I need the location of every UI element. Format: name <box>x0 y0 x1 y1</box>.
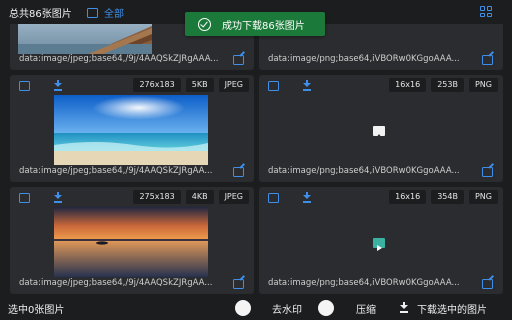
image-card[interactable]: 16x16 253B PNG data:image/png;base64,iVB… <box>259 75 503 182</box>
image-url: data:image/jpeg;base64,/9j/4AAQSkZJRgAA.… <box>19 166 213 176</box>
image-card[interactable]: 16x16 354B PNG data:image/png;base64,iVB… <box>259 187 503 294</box>
format-badge: JPEG <box>218 190 249 204</box>
watermark-toggle[interactable] <box>235 300 251 316</box>
check-circle-icon <box>198 17 211 31</box>
image-url: data:image/jpeg;base64,/9j/4AAQSkZJRgAA.… <box>19 278 213 288</box>
select-all-control[interactable]: 全部 <box>87 5 124 20</box>
image-url: data:image/png;base64,iVBORw0KGgoAAA... <box>268 278 460 288</box>
download-icon[interactable] <box>53 192 63 203</box>
size-badge: 354B <box>431 190 464 204</box>
image-url: data:image/png;base64,iVBORw0KGgoAAA... <box>268 54 460 64</box>
card-header: 16x16 253B PNG <box>259 75 503 95</box>
image-url: data:image/png;base64,iVBORw0KGgoAAA... <box>268 166 460 176</box>
open-external-icon[interactable] <box>233 55 244 65</box>
download-icon[interactable] <box>53 80 63 91</box>
format-badge: PNG <box>468 78 498 92</box>
select-checkbox[interactable] <box>19 81 30 91</box>
image-thumbnail[interactable] <box>54 207 208 277</box>
open-external-icon[interactable] <box>482 279 493 289</box>
size-badge: 5KB <box>185 78 214 92</box>
size-badge: 4KB <box>185 190 214 204</box>
bottom-bar: 选中0张图片 去水印 压缩 下载选中的图片 <box>0 296 512 320</box>
open-external-icon[interactable] <box>233 167 244 177</box>
open-external-icon[interactable] <box>482 167 493 177</box>
select-all-checkbox[interactable] <box>87 7 98 18</box>
download-icon[interactable] <box>302 80 312 91</box>
dimensions-badge: 16x16 <box>389 78 427 92</box>
image-thumbnail[interactable] <box>373 238 385 251</box>
selected-count-label: 选中0张图片 <box>8 305 65 316</box>
grid-view-icon[interactable] <box>480 6 492 17</box>
toast-message: 成功下载86张图片 <box>222 20 305 32</box>
size-badge: 253B <box>431 78 464 92</box>
dimensions-badge: 16x16 <box>389 190 427 204</box>
select-all-label[interactable]: 全部 <box>104 5 124 20</box>
card-header: 16x16 354B PNG <box>259 187 503 207</box>
download-selected-button[interactable]: 下载选中的图片 <box>417 301 487 316</box>
download-icon[interactable] <box>399 302 409 313</box>
format-badge: JPEG <box>218 78 249 92</box>
image-thumbnail[interactable] <box>54 95 208 165</box>
open-external-icon[interactable] <box>233 279 244 289</box>
total-images-label: 总共86张图片 <box>9 9 72 20</box>
compress-toggle[interactable] <box>318 300 334 316</box>
image-url: data:image/jpeg;base64,/9j/4AAQSkZJRgAAA… <box>19 54 219 64</box>
compress-label: 压缩 <box>356 305 376 316</box>
image-card[interactable]: 275x183 4KB JPEG data:image/jpeg;base64,… <box>10 187 254 294</box>
open-external-icon[interactable] <box>482 55 493 65</box>
card-header: 275x183 4KB JPEG <box>10 187 254 207</box>
image-thumbnail[interactable] <box>373 126 385 138</box>
select-checkbox[interactable] <box>19 193 30 203</box>
card-header: 276x183 5KB JPEG <box>10 75 254 95</box>
select-checkbox[interactable] <box>268 193 279 203</box>
format-badge: PNG <box>468 190 498 204</box>
dimensions-badge: 276x183 <box>133 78 181 92</box>
watermark-label: 去水印 <box>272 305 302 316</box>
select-checkbox[interactable] <box>268 81 279 91</box>
dimensions-badge: 275x183 <box>133 190 181 204</box>
image-card[interactable]: 276x183 5KB JPEG data:image/jpeg;base64,… <box>10 75 254 182</box>
download-success-toast: 成功下载86张图片 <box>185 12 325 36</box>
download-icon[interactable] <box>302 192 312 203</box>
